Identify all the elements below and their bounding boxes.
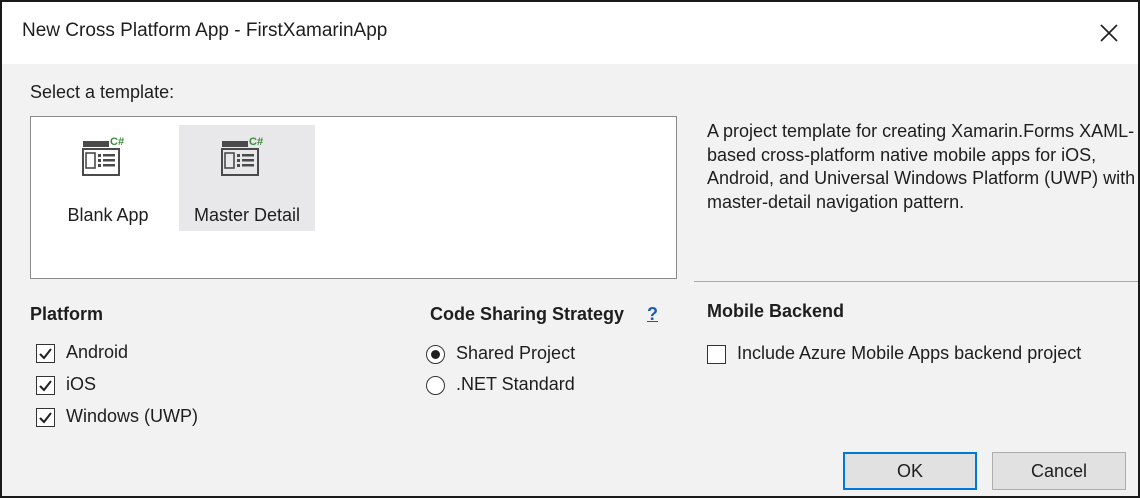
cancel-button[interactable]: Cancel [992, 452, 1126, 490]
svg-text:C#: C# [249, 136, 263, 148]
checkmark-icon [39, 412, 52, 424]
checkbox[interactable] [36, 408, 55, 427]
checkbox[interactable] [707, 345, 726, 364]
checkmark-icon [39, 348, 52, 360]
code-sharing-heading: Code Sharing Strategy [430, 304, 625, 324]
mobile-backend-heading: Mobile Backend [707, 301, 845, 321]
checkbox[interactable] [36, 376, 55, 395]
csharp-mobile-template-icon: C# [221, 136, 263, 176]
title-bar: New Cross Platform App - FirstXamarinApp [2, 2, 1138, 64]
template-description: A project template for creating Xamarin.… [707, 121, 1136, 212]
platform-heading: Platform [30, 304, 104, 324]
template-list: C# Blank App C# Master Detail [30, 116, 677, 279]
close-button[interactable] [1086, 10, 1132, 56]
radio-dot [431, 350, 440, 359]
radio-button[interactable] [426, 376, 445, 395]
svg-text:C#: C# [110, 136, 124, 148]
checkmark-icon [39, 380, 52, 392]
checkbox-label: iOS [66, 374, 97, 394]
checkbox-label: Windows (UWP) [66, 406, 199, 426]
radio-label: Shared Project [456, 343, 576, 363]
window-title: New Cross Platform App - FirstXamarinApp [22, 20, 388, 41]
checkbox-label: Include Azure Mobile Apps backend projec… [737, 343, 1082, 363]
radio-label: .NET Standard [456, 374, 575, 394]
dialog-window: New Cross Platform App - FirstXamarinApp… [0, 0, 1140, 498]
checkbox-label: Android [66, 342, 129, 362]
divider [694, 281, 1138, 282]
template-heading: Select a template: [30, 82, 175, 102]
ok-button[interactable]: OK [843, 452, 977, 490]
template-label: Blank App [67, 205, 149, 225]
template-item-blank-app[interactable]: C# Blank App [47, 125, 169, 231]
close-icon [1100, 24, 1118, 42]
checkbox[interactable] [36, 344, 55, 363]
csharp-mobile-template-icon: C# [82, 136, 124, 176]
radio-button[interactable] [426, 345, 445, 364]
template-label: Master Detail [193, 205, 301, 225]
template-item-master-detail[interactable]: C# Master Detail [179, 125, 315, 231]
code-sharing-help-link[interactable]: ? [647, 304, 658, 325]
